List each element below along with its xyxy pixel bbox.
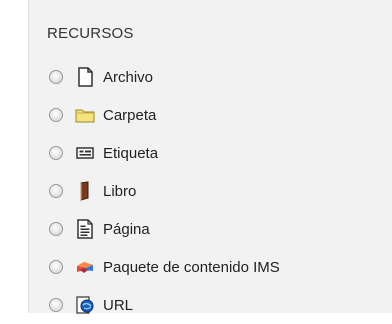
radio-archivo[interactable]	[49, 70, 63, 84]
resource-item-libro[interactable]: Libro	[49, 172, 280, 210]
radio-libro[interactable]	[49, 184, 63, 198]
radio-etiqueta[interactable]	[49, 146, 63, 160]
resource-item-carpeta[interactable]: Carpeta	[49, 96, 280, 134]
resource-label-pagina[interactable]: Página	[103, 221, 150, 238]
ims-package-icon	[75, 257, 95, 277]
resources-panel: RECURSOS Archivo Carpeta Etiqueta Libro …	[28, 0, 392, 314]
resource-label-etiqueta[interactable]: Etiqueta	[103, 145, 158, 162]
resource-item-etiqueta[interactable]: Etiqueta	[49, 134, 280, 172]
section-heading: RECURSOS	[47, 25, 134, 42]
page-icon	[75, 219, 95, 239]
resource-label-ims[interactable]: Paquete de contenido IMS	[103, 259, 280, 276]
folder-icon	[75, 105, 95, 125]
resource-item-url[interactable]: URL	[49, 286, 280, 324]
radio-url[interactable]	[49, 298, 63, 312]
radio-pagina[interactable]	[49, 222, 63, 236]
resource-label-url[interactable]: URL	[103, 297, 133, 314]
radio-carpeta[interactable]	[49, 108, 63, 122]
resource-label-archivo[interactable]: Archivo	[103, 69, 153, 86]
label-icon	[75, 143, 95, 163]
resource-list: Archivo Carpeta Etiqueta Libro Página Pa…	[49, 58, 280, 324]
book-icon	[75, 181, 95, 201]
resource-item-pagina[interactable]: Página	[49, 210, 280, 248]
resource-item-ims[interactable]: Paquete de contenido IMS	[49, 248, 280, 286]
url-globe-icon	[75, 295, 95, 315]
file-icon	[75, 67, 95, 87]
resource-label-libro[interactable]: Libro	[103, 183, 136, 200]
resource-item-archivo[interactable]: Archivo	[49, 58, 280, 96]
resource-label-carpeta[interactable]: Carpeta	[103, 107, 156, 124]
radio-ims[interactable]	[49, 260, 63, 274]
